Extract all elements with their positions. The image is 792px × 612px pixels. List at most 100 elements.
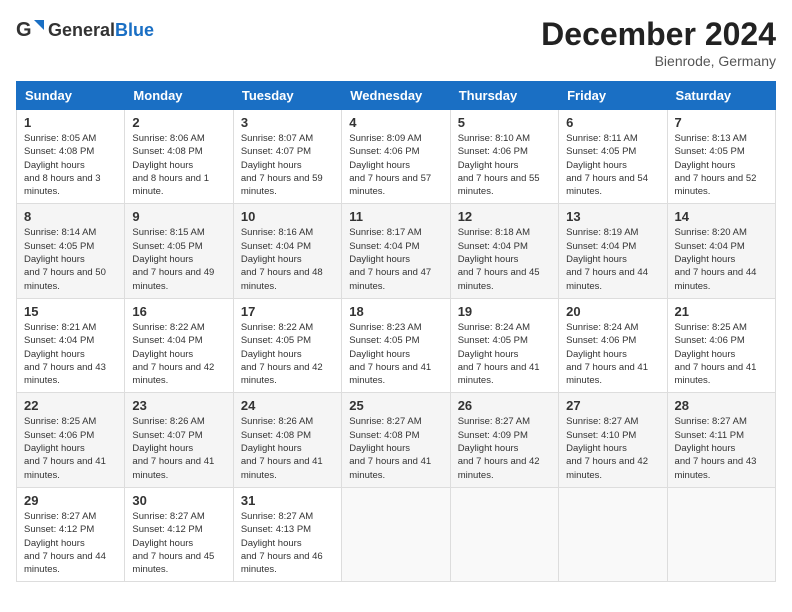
calendar-cell: 1 Sunrise: 8:05 AM Sunset: 4:08 PM Dayli…: [17, 110, 125, 204]
day-info: Sunrise: 8:10 AM Sunset: 4:06 PM Dayligh…: [458, 132, 551, 198]
day-number: 9: [132, 209, 225, 224]
calendar-cell: 27 Sunrise: 8:27 AM Sunset: 4:10 PM Dayl…: [559, 393, 667, 487]
day-number: 17: [241, 304, 334, 319]
day-info: Sunrise: 8:26 AM Sunset: 4:08 PM Dayligh…: [241, 415, 334, 481]
day-info: Sunrise: 8:24 AM Sunset: 4:06 PM Dayligh…: [566, 321, 659, 387]
day-number: 18: [349, 304, 442, 319]
day-info: Sunrise: 8:22 AM Sunset: 4:05 PM Dayligh…: [241, 321, 334, 387]
day-number: 7: [675, 115, 768, 130]
col-monday: Monday: [125, 82, 233, 110]
calendar-cell: [559, 487, 667, 581]
day-info: Sunrise: 8:26 AM Sunset: 4:07 PM Dayligh…: [132, 415, 225, 481]
day-number: 5: [458, 115, 551, 130]
day-number: 3: [241, 115, 334, 130]
col-wednesday: Wednesday: [342, 82, 450, 110]
calendar-location: Bienrode, Germany: [541, 53, 776, 69]
calendar-cell: 26 Sunrise: 8:27 AM Sunset: 4:09 PM Dayl…: [450, 393, 558, 487]
calendar-week-5: 29 Sunrise: 8:27 AM Sunset: 4:12 PM Dayl…: [17, 487, 776, 581]
calendar-cell: 16 Sunrise: 8:22 AM Sunset: 4:04 PM Dayl…: [125, 298, 233, 392]
col-saturday: Saturday: [667, 82, 775, 110]
calendar-cell: 15 Sunrise: 8:21 AM Sunset: 4:04 PM Dayl…: [17, 298, 125, 392]
day-info: Sunrise: 8:16 AM Sunset: 4:04 PM Dayligh…: [241, 226, 334, 292]
day-info: Sunrise: 8:21 AM Sunset: 4:04 PM Dayligh…: [24, 321, 117, 387]
day-info: Sunrise: 8:25 AM Sunset: 4:06 PM Dayligh…: [675, 321, 768, 387]
day-info: Sunrise: 8:27 AM Sunset: 4:10 PM Dayligh…: [566, 415, 659, 481]
calendar-cell: 11 Sunrise: 8:17 AM Sunset: 4:04 PM Dayl…: [342, 204, 450, 298]
calendar-cell: [667, 487, 775, 581]
day-info: Sunrise: 8:17 AM Sunset: 4:04 PM Dayligh…: [349, 226, 442, 292]
calendar-cell: 7 Sunrise: 8:13 AM Sunset: 4:05 PM Dayli…: [667, 110, 775, 204]
calendar-cell: 22 Sunrise: 8:25 AM Sunset: 4:06 PM Dayl…: [17, 393, 125, 487]
calendar-cell: 4 Sunrise: 8:09 AM Sunset: 4:06 PM Dayli…: [342, 110, 450, 204]
day-number: 2: [132, 115, 225, 130]
day-info: Sunrise: 8:27 AM Sunset: 4:13 PM Dayligh…: [241, 510, 334, 576]
day-number: 11: [349, 209, 442, 224]
calendar-cell: 19 Sunrise: 8:24 AM Sunset: 4:05 PM Dayl…: [450, 298, 558, 392]
day-number: 13: [566, 209, 659, 224]
day-info: Sunrise: 8:24 AM Sunset: 4:05 PM Dayligh…: [458, 321, 551, 387]
page-header: G GeneralBlue December 2024 Bienrode, Ge…: [16, 16, 776, 69]
calendar-cell: 18 Sunrise: 8:23 AM Sunset: 4:05 PM Dayl…: [342, 298, 450, 392]
day-number: 29: [24, 493, 117, 508]
calendar-cell: 23 Sunrise: 8:26 AM Sunset: 4:07 PM Dayl…: [125, 393, 233, 487]
calendar-cell: 6 Sunrise: 8:11 AM Sunset: 4:05 PM Dayli…: [559, 110, 667, 204]
day-info: Sunrise: 8:07 AM Sunset: 4:07 PM Dayligh…: [241, 132, 334, 198]
day-info: Sunrise: 8:11 AM Sunset: 4:05 PM Dayligh…: [566, 132, 659, 198]
day-number: 25: [349, 398, 442, 413]
calendar-cell: 2 Sunrise: 8:06 AM Sunset: 4:08 PM Dayli…: [125, 110, 233, 204]
day-number: 21: [675, 304, 768, 319]
day-info: Sunrise: 8:19 AM Sunset: 4:04 PM Dayligh…: [566, 226, 659, 292]
day-number: 8: [24, 209, 117, 224]
day-number: 26: [458, 398, 551, 413]
col-thursday: Thursday: [450, 82, 558, 110]
calendar-cell: 5 Sunrise: 8:10 AM Sunset: 4:06 PM Dayli…: [450, 110, 558, 204]
day-number: 31: [241, 493, 334, 508]
calendar-week-2: 8 Sunrise: 8:14 AM Sunset: 4:05 PM Dayli…: [17, 204, 776, 298]
day-number: 19: [458, 304, 551, 319]
calendar-week-3: 15 Sunrise: 8:21 AM Sunset: 4:04 PM Dayl…: [17, 298, 776, 392]
calendar-cell: 31 Sunrise: 8:27 AM Sunset: 4:13 PM Dayl…: [233, 487, 341, 581]
calendar-cell: 24 Sunrise: 8:26 AM Sunset: 4:08 PM Dayl…: [233, 393, 341, 487]
day-info: Sunrise: 8:15 AM Sunset: 4:05 PM Dayligh…: [132, 226, 225, 292]
day-info: Sunrise: 8:13 AM Sunset: 4:05 PM Dayligh…: [675, 132, 768, 198]
day-info: Sunrise: 8:27 AM Sunset: 4:12 PM Dayligh…: [132, 510, 225, 576]
svg-text:G: G: [16, 19, 32, 41]
day-info: Sunrise: 8:22 AM Sunset: 4:04 PM Dayligh…: [132, 321, 225, 387]
day-number: 1: [24, 115, 117, 130]
day-number: 12: [458, 209, 551, 224]
calendar-cell: 14 Sunrise: 8:20 AM Sunset: 4:04 PM Dayl…: [667, 204, 775, 298]
day-info: Sunrise: 8:09 AM Sunset: 4:06 PM Dayligh…: [349, 132, 442, 198]
day-number: 6: [566, 115, 659, 130]
logo-text-general: General: [48, 20, 115, 40]
day-number: 15: [24, 304, 117, 319]
day-number: 10: [241, 209, 334, 224]
day-info: Sunrise: 8:05 AM Sunset: 4:08 PM Dayligh…: [24, 132, 117, 198]
day-number: 23: [132, 398, 225, 413]
calendar-week-4: 22 Sunrise: 8:25 AM Sunset: 4:06 PM Dayl…: [17, 393, 776, 487]
calendar-cell: 9 Sunrise: 8:15 AM Sunset: 4:05 PM Dayli…: [125, 204, 233, 298]
day-number: 14: [675, 209, 768, 224]
calendar-cell: 21 Sunrise: 8:25 AM Sunset: 4:06 PM Dayl…: [667, 298, 775, 392]
day-info: Sunrise: 8:06 AM Sunset: 4:08 PM Dayligh…: [132, 132, 225, 198]
logo: G GeneralBlue: [16, 16, 154, 44]
calendar-title: December 2024: [541, 16, 776, 53]
calendar-cell: [450, 487, 558, 581]
calendar-cell: 17 Sunrise: 8:22 AM Sunset: 4:05 PM Dayl…: [233, 298, 341, 392]
day-number: 28: [675, 398, 768, 413]
calendar-week-1: 1 Sunrise: 8:05 AM Sunset: 4:08 PM Dayli…: [17, 110, 776, 204]
calendar-header-row: Sunday Monday Tuesday Wednesday Thursday…: [17, 82, 776, 110]
day-number: 16: [132, 304, 225, 319]
day-info: Sunrise: 8:20 AM Sunset: 4:04 PM Dayligh…: [675, 226, 768, 292]
calendar-cell: 12 Sunrise: 8:18 AM Sunset: 4:04 PM Dayl…: [450, 204, 558, 298]
day-info: Sunrise: 8:27 AM Sunset: 4:12 PM Dayligh…: [24, 510, 117, 576]
calendar-cell: 8 Sunrise: 8:14 AM Sunset: 4:05 PM Dayli…: [17, 204, 125, 298]
day-number: 27: [566, 398, 659, 413]
day-number: 4: [349, 115, 442, 130]
day-info: Sunrise: 8:27 AM Sunset: 4:11 PM Dayligh…: [675, 415, 768, 481]
day-info: Sunrise: 8:25 AM Sunset: 4:06 PM Dayligh…: [24, 415, 117, 481]
day-number: 22: [24, 398, 117, 413]
day-info: Sunrise: 8:14 AM Sunset: 4:05 PM Dayligh…: [24, 226, 117, 292]
day-number: 30: [132, 493, 225, 508]
day-info: Sunrise: 8:27 AM Sunset: 4:08 PM Dayligh…: [349, 415, 442, 481]
calendar-cell: 25 Sunrise: 8:27 AM Sunset: 4:08 PM Dayl…: [342, 393, 450, 487]
